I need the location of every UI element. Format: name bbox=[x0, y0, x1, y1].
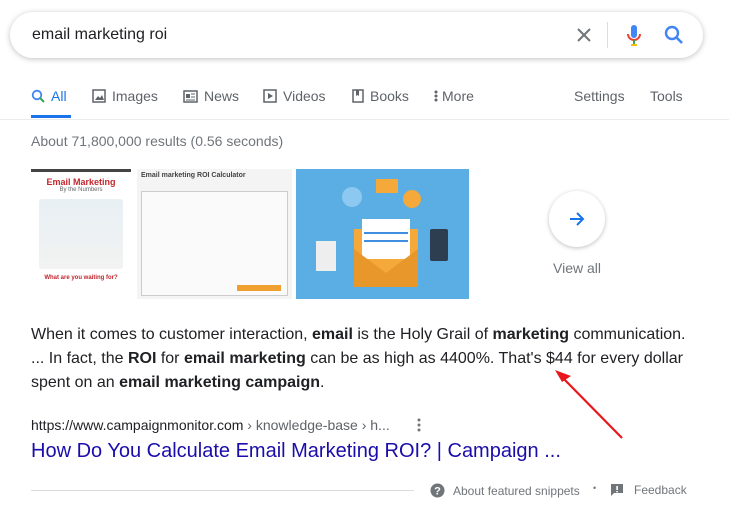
about-featured-snippets[interactable]: ? About featured snippets bbox=[430, 483, 580, 498]
feedback-link[interactable]: Feedback bbox=[610, 483, 687, 497]
image-icon bbox=[92, 89, 106, 103]
active-tab-indicator bbox=[31, 115, 71, 118]
settings-link[interactable]: Settings bbox=[574, 88, 625, 104]
feedback-icon bbox=[611, 484, 623, 496]
tab-label: News bbox=[204, 88, 240, 104]
tab-label: All bbox=[51, 88, 67, 104]
footer-separator: • bbox=[593, 483, 597, 493]
image-thumbnail-calculator[interactable]: Email marketing ROI Calculator bbox=[137, 169, 292, 299]
tab-videos[interactable]: Videos bbox=[263, 88, 326, 104]
tab-label: Videos bbox=[283, 88, 326, 104]
result-title-link[interactable]: How Do You Calculate Email Marketing ROI… bbox=[31, 440, 561, 463]
thumb-subtitle: By the Numbers bbox=[59, 187, 103, 193]
tab-label: Images bbox=[112, 88, 158, 104]
tab-label: More bbox=[442, 88, 474, 104]
news-icon bbox=[183, 89, 198, 103]
result-url[interactable]: https://www.campaignmonitor.com › knowle… bbox=[31, 417, 390, 433]
more-vert-icon bbox=[434, 90, 438, 102]
image-thumbnail-envelope[interactable] bbox=[296, 169, 469, 299]
thumb-title: Email Marketing bbox=[46, 177, 116, 187]
infographic-graphic bbox=[39, 199, 123, 269]
tab-more[interactable]: More bbox=[434, 88, 474, 104]
help-icon: ? bbox=[430, 483, 445, 498]
divider bbox=[31, 490, 414, 491]
book-icon bbox=[352, 89, 364, 103]
mic-icon[interactable] bbox=[626, 24, 642, 48]
result-stats: About 71,800,000 results (0.56 seconds) bbox=[31, 133, 284, 149]
tab-all[interactable]: All bbox=[31, 88, 67, 104]
search-box[interactable]: email marketing roi bbox=[10, 12, 703, 58]
divider bbox=[607, 22, 608, 48]
tab-news[interactable]: News bbox=[183, 88, 239, 104]
thumb-footer: What are you waiting for? bbox=[44, 275, 118, 281]
more-options-icon[interactable] bbox=[417, 418, 421, 432]
tab-images[interactable]: Images bbox=[92, 88, 158, 104]
close-icon[interactable] bbox=[576, 27, 592, 43]
calculator-graphic bbox=[141, 191, 288, 296]
tab-books[interactable]: Books bbox=[352, 88, 409, 104]
tools-link[interactable]: Tools bbox=[650, 88, 683, 104]
view-all-label[interactable]: View all bbox=[553, 260, 601, 276]
image-thumbnail-infographic[interactable]: Email Marketing By the Numbers What are … bbox=[31, 169, 131, 299]
tab-label: Books bbox=[370, 88, 409, 104]
envelope-illustration bbox=[316, 179, 448, 287]
view-all-button[interactable] bbox=[549, 191, 605, 247]
svg-text:?: ? bbox=[434, 486, 441, 498]
play-icon bbox=[263, 89, 277, 103]
search-input[interactable]: email marketing roi bbox=[32, 26, 167, 44]
arrow-right-icon bbox=[570, 212, 585, 226]
annotation-arrow bbox=[555, 370, 623, 439]
search-tabs: All Images News Videos Books More Settin… bbox=[0, 86, 729, 120]
search-icon[interactable] bbox=[664, 25, 684, 45]
search-icon bbox=[31, 89, 45, 103]
thumb-title: Email marketing ROI Calculator bbox=[141, 172, 246, 179]
